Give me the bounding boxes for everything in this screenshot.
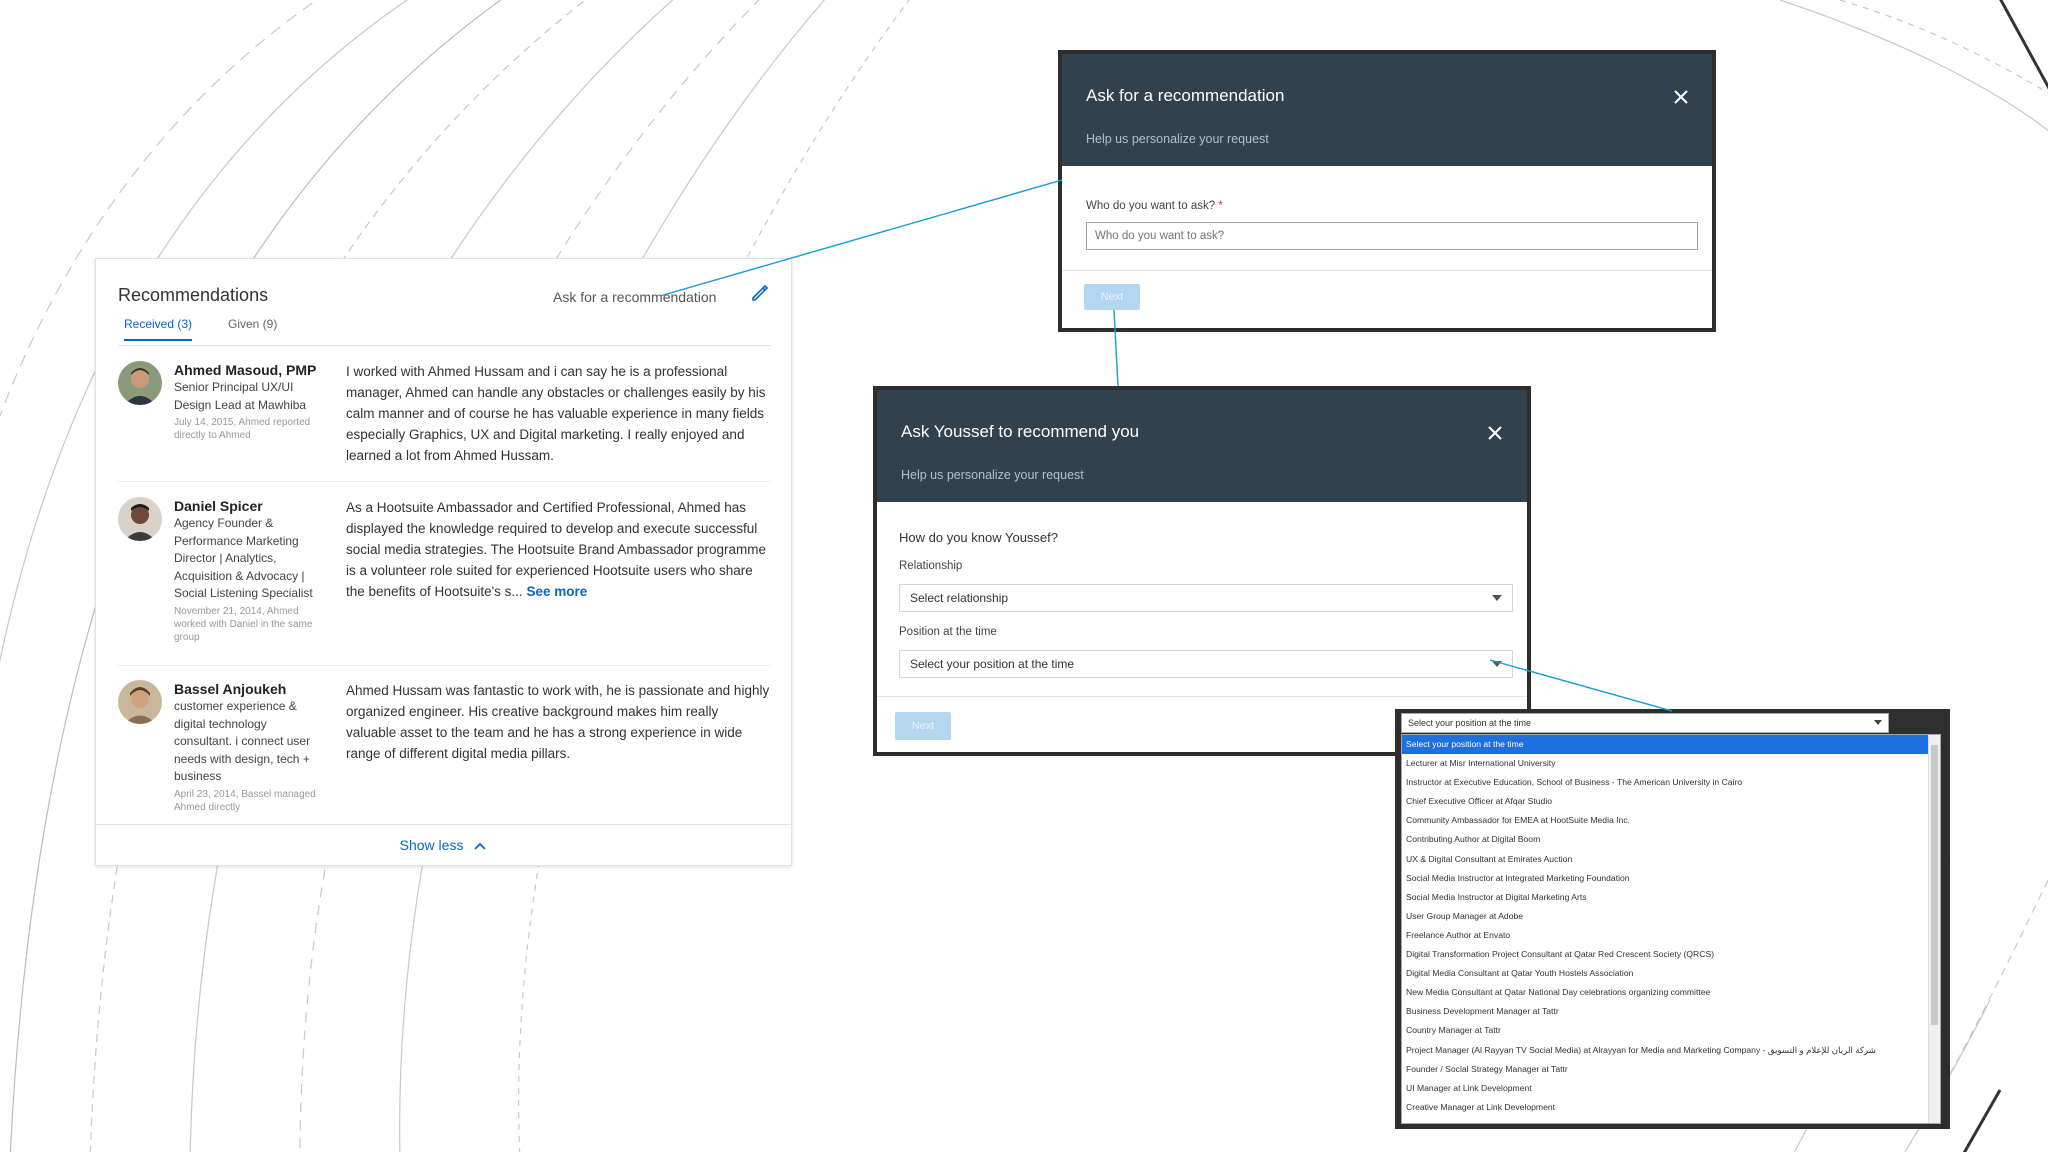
dropdown-select-value: Select your position at the time xyxy=(1408,718,1532,728)
who-to-ask-input[interactable] xyxy=(1086,222,1698,250)
modal-header: Ask Youssef to recommend you Help us per… xyxy=(877,390,1527,502)
chevron-down-icon xyxy=(1874,720,1882,725)
relationship-label: Relationship xyxy=(899,560,963,572)
chevron-down-icon xyxy=(1492,595,1502,601)
dropdown-option[interactable]: Digital Media Consultant at Qatar Youth … xyxy=(1402,964,1940,983)
recommender-info: Ahmed Masoud, PMP Senior Principal UX/UI… xyxy=(174,361,324,442)
dropdown-option[interactable]: User Group Manager at Adobe xyxy=(1402,907,1940,926)
relationship-question: How do you know Youssef? xyxy=(899,530,1058,545)
recommender-name[interactable]: Bassel Anjoukeh xyxy=(174,680,324,698)
recommendation-date: July 14, 2015, Ahmed reported directly t… xyxy=(174,417,311,441)
dropdown-option[interactable]: Social Media Instructor at Integrated Ma… xyxy=(1402,869,1940,888)
recommendation-text: Ahmed Hussam was fantastic to work with,… xyxy=(346,680,771,764)
dropdown-option[interactable]: Chief Executive Officer at Afqar Studio xyxy=(1402,792,1940,811)
recommender-title: Senior Principal UX/UI Design Lead at Ma… xyxy=(174,380,307,412)
chevron-down-icon xyxy=(1492,661,1502,667)
recommender-name[interactable]: Daniel Spicer xyxy=(174,497,324,515)
see-more-link[interactable]: See more xyxy=(526,584,587,599)
dropdown-option[interactable]: Instructor at Executive Education, Schoo… xyxy=(1402,773,1940,792)
dropdown-option[interactable]: Project Manager (Al Rayyan TV Social Med… xyxy=(1402,1041,1940,1060)
divider xyxy=(877,696,1527,697)
modal-title: Ask for a recommendation xyxy=(1086,86,1285,105)
dropdown-option[interactable]: New Media Consultant at Qatar National D… xyxy=(1402,983,1940,1002)
position-dropdown-zoom: Select your position at the time Select … xyxy=(1395,709,1950,1129)
ask-recommendation-modal: Ask for a recommendation Help us persona… xyxy=(1058,50,1716,332)
modal-subtitle: Help us personalize your request xyxy=(901,468,1084,482)
recommendations-card: Recommendations Ask for a recommendation… xyxy=(95,258,792,866)
divider xyxy=(1062,270,1712,271)
dropdown-option[interactable]: Country Manager at Tattr xyxy=(1402,1021,1940,1040)
recommendation-item: Daniel Spicer Agency Founder & Performan… xyxy=(118,497,771,666)
position-select[interactable]: Select your position at the time xyxy=(899,650,1513,678)
dropdown-option[interactable]: Community Ambassador for EMEA at HootSui… xyxy=(1402,811,1940,830)
next-button[interactable]: Next xyxy=(1084,284,1140,310)
recommendation-date: November 21, 2014, Ahmed worked with Dan… xyxy=(174,605,313,643)
dropdown-option[interactable]: Freelance Author at Envato xyxy=(1402,926,1940,945)
ask-for-recommendation-link[interactable]: Ask for a recommendation xyxy=(553,289,716,305)
modal-subtitle: Help us personalize your request xyxy=(1086,132,1269,146)
recommendation-item: Bassel Anjoukeh customer experience & di… xyxy=(118,680,771,820)
avatar[interactable] xyxy=(118,361,162,405)
position-options-list: Select your position at the time Lecture… xyxy=(1401,734,1941,1124)
position-label: Position at the time xyxy=(899,626,997,638)
next-button[interactable]: Next xyxy=(895,712,951,740)
dropdown-option[interactable]: Social Media Instructor at Digital Marke… xyxy=(1402,888,1940,907)
dropdown-option[interactable]: Creative Manager at Link Development xyxy=(1402,1098,1940,1117)
recommender-title: customer experience & digital technology… xyxy=(174,699,311,783)
recommendation-body: Ahmed Hussam was fantastic to work with,… xyxy=(346,683,770,761)
recommendation-body: I worked with Ahmed Hussam and i can say… xyxy=(346,364,766,463)
dropdown-option[interactable]: Lecturer at Misr International Universit… xyxy=(1402,754,1940,773)
dropdown-option[interactable]: Digital Transformation Project Consultan… xyxy=(1402,945,1940,964)
recommendation-text: As a Hootsuite Ambassador and Certified … xyxy=(346,497,771,602)
dropdown-option[interactable]: UI Manager at Link Development xyxy=(1402,1079,1940,1098)
recommender-info: Bassel Anjoukeh customer experience & di… xyxy=(174,680,324,814)
recommendations-tabs: Received (3) Given (9) xyxy=(118,317,771,346)
relationship-select[interactable]: Select relationship xyxy=(899,584,1513,612)
who-to-ask-label-text: Who do you want to ask? xyxy=(1086,200,1216,212)
recommendations-title: Recommendations xyxy=(118,285,269,305)
dropdown-option[interactable]: Contributing Author at Digital Boom xyxy=(1402,830,1940,849)
recommender-title: Agency Founder & Performance Marketing D… xyxy=(174,516,313,600)
avatar[interactable] xyxy=(118,680,162,724)
dropdown-option[interactable]: Business Development Manager at Tattr xyxy=(1402,1002,1940,1021)
close-icon[interactable] xyxy=(1486,424,1504,442)
modal-title: Ask Youssef to recommend you xyxy=(901,422,1140,441)
show-less-button[interactable]: Show less xyxy=(96,837,791,853)
chevron-up-icon xyxy=(474,843,486,850)
who-to-ask-label: Who do you want to ask? * xyxy=(1086,200,1223,212)
recommender-name[interactable]: Ahmed Masoud, PMP xyxy=(174,361,324,379)
tab-given[interactable]: Given (9) xyxy=(228,317,277,339)
position-select-value: Select your position at the time xyxy=(910,657,1075,671)
avatar[interactable] xyxy=(118,497,162,541)
dropdown-scrollbar[interactable] xyxy=(1928,735,1940,1123)
modal-header: Ask for a recommendation Help us persona… xyxy=(1062,54,1712,166)
position-dropdown-select[interactable]: Select your position at the time xyxy=(1401,713,1889,733)
tab-received[interactable]: Received (3) xyxy=(124,317,193,341)
required-mark: * xyxy=(1218,200,1223,212)
dropdown-option[interactable]: UX & Digital Consultant at Emirates Auct… xyxy=(1402,850,1940,869)
recommendation-text: I worked with Ahmed Hussam and i can say… xyxy=(346,361,771,466)
dropdown-option[interactable]: Founder / Social Strategy Manager at Tat… xyxy=(1402,1060,1940,1079)
dropdown-option[interactable]: Select your position at the time xyxy=(1402,735,1940,755)
relationship-select-value: Select relationship xyxy=(910,591,1009,605)
ask-youssef-modal: Ask Youssef to recommend you Help us per… xyxy=(873,386,1531,756)
recommendation-date: April 23, 2014, Bassel managed Ahmed dir… xyxy=(174,788,316,813)
recommendation-item: Ahmed Masoud, PMP Senior Principal UX/UI… xyxy=(118,361,771,482)
recommender-info: Daniel Spicer Agency Founder & Performan… xyxy=(174,497,324,644)
divider xyxy=(96,824,791,825)
scrollbar-thumb[interactable] xyxy=(1931,745,1938,1025)
close-icon[interactable] xyxy=(1672,88,1690,106)
show-less-label: Show less xyxy=(399,837,464,853)
pencil-icon[interactable] xyxy=(750,283,770,303)
